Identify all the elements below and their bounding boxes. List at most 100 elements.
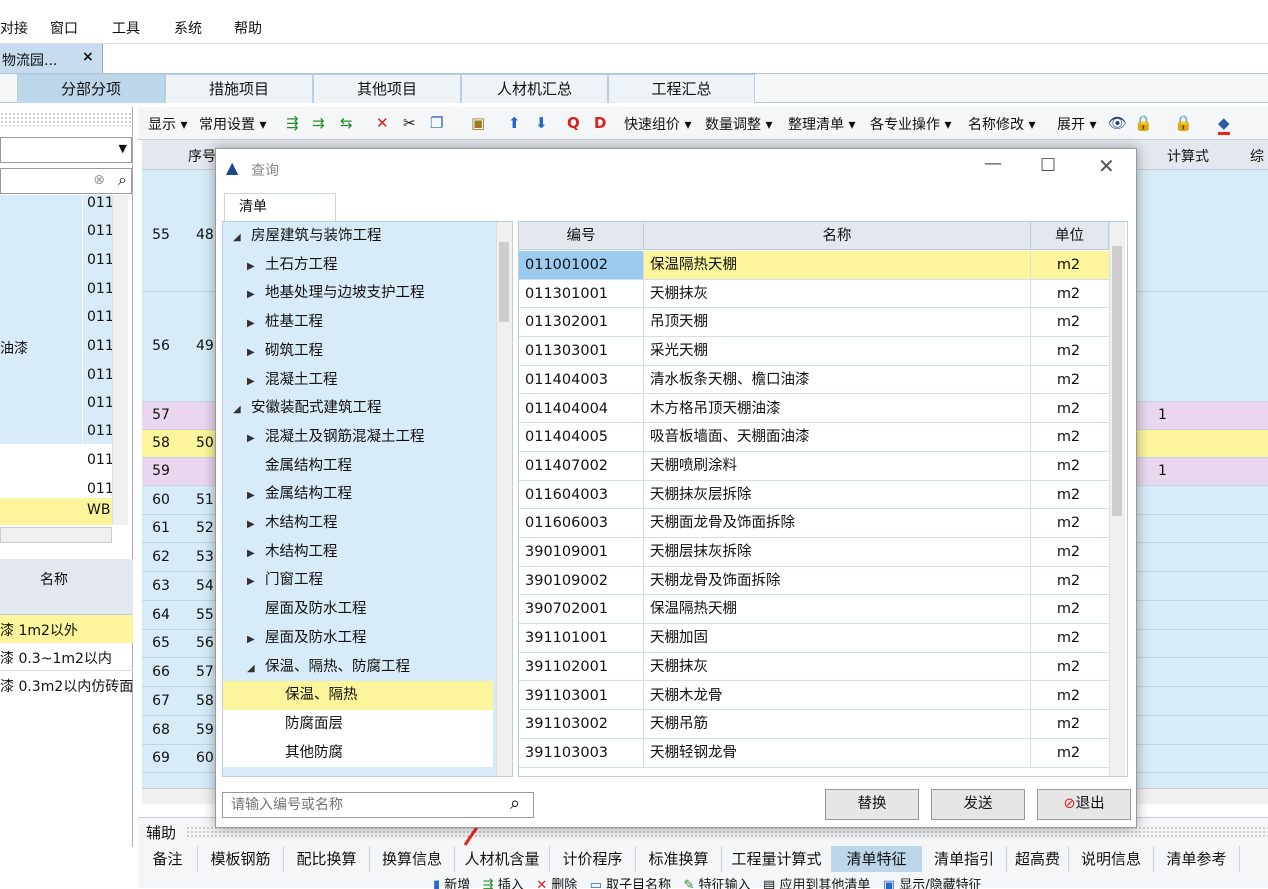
cell-unit: m2 <box>1056 257 1081 273</box>
caret-right-icon[interactable]: ▶ <box>247 511 261 539</box>
cell-unit: m2 <box>1056 572 1081 589</box>
table-row[interactable]: 390109001 天棚层抹灰拆除 m2 <box>519 538 1109 567</box>
tree-node[interactable]: 其他防腐 <box>223 738 493 768</box>
tree-scrollbar[interactable] <box>496 222 512 776</box>
caret-right-icon[interactable]: ▶ <box>247 253 261 281</box>
caret-right-icon[interactable]: ▶ <box>247 626 261 654</box>
cell-name: 天棚加固 <box>644 624 1031 652</box>
tree-node[interactable]: ▶ 桩基工程 <box>223 308 493 337</box>
cell-unit: m2 <box>1056 314 1081 331</box>
table-row[interactable]: 011302001 吊顶天棚 m2 <box>519 308 1109 338</box>
tree-node[interactable]: 保温、隔热 <box>223 681 493 710</box>
search-icon[interactable]: ⌕ <box>510 793 520 814</box>
caret-down-icon[interactable]: ◢ <box>233 396 247 424</box>
tree-node[interactable]: 金属结构工程 <box>223 452 493 481</box>
cell-code: 011407002 <box>519 451 644 480</box>
tree-node[interactable]: ▶ 土石方工程 <box>223 251 493 280</box>
cell-name: 天棚层抹灰拆除 <box>644 538 1031 566</box>
cell-name: 采光天棚 <box>644 337 1031 365</box>
stop-icon: ⊘ <box>1063 796 1076 812</box>
tree-node[interactable]: ◢ 保温、隔热、防腐工程 <box>223 653 493 682</box>
table-row[interactable]: 011404003 清水板条天棚、檐口油漆 m2 <box>519 365 1109 395</box>
cell-name: 吊顶天棚 <box>644 308 1031 337</box>
caret-down-icon[interactable]: ◢ <box>247 655 261 683</box>
tree-node-label: 木结构工程 <box>265 543 338 560</box>
caret-right-icon[interactable]: ▶ <box>247 368 261 396</box>
caret-right-icon[interactable]: ▶ <box>247 568 261 596</box>
tree-node[interactable]: ▶ 屋面及防水工程 <box>223 624 493 653</box>
cell-name: 天棚龙骨及饰面拆除 <box>644 566 1031 595</box>
tree-node-label: 屋面及防水工程 <box>265 601 367 618</box>
cell-code: 011302001 <box>519 308 644 337</box>
table-row[interactable]: 011606003 天棚面龙骨及饰面拆除 m2 <box>519 509 1109 538</box>
tree-node[interactable]: 防腐面层 <box>223 709 493 739</box>
table-row[interactable]: 011301001 天棚抹灰 m2 <box>519 279 1109 309</box>
cell-code: 011001002 <box>519 251 644 279</box>
tree-scroll-thumb[interactable] <box>499 242 509 322</box>
close-icon[interactable]: ✕ <box>1098 154 1115 178</box>
col-header-code[interactable]: 编号 <box>519 222 644 250</box>
cell-code: 011404004 <box>519 394 644 423</box>
send-button[interactable]: 发送 <box>931 789 1025 820</box>
tree-node[interactable]: ▶ 门窗工程 <box>223 566 493 595</box>
cell-code: 011604003 <box>519 480 644 509</box>
tree-node-label: 土石方工程 <box>265 256 338 273</box>
caret-right-icon[interactable]: ▶ <box>247 540 261 568</box>
table-row[interactable]: 391103002 天棚吊筋 m2 <box>519 710 1109 739</box>
tree-node[interactable]: ▶ 金属结构工程 <box>223 480 493 509</box>
exit-button[interactable]: ⊘退出 <box>1037 789 1131 820</box>
table-scroll-thumb[interactable] <box>1112 246 1122 516</box>
table-row[interactable]: 011604003 天棚抹灰层拆除 m2 <box>519 480 1109 510</box>
app-logo-icon: ▲ <box>226 158 239 177</box>
cell-code: 391103003 <box>519 738 644 767</box>
tree-node[interactable]: ▶ 混凝土及钢筋混凝土工程 <box>223 423 493 452</box>
tree-node-label: 保温、隔热、防腐工程 <box>265 658 410 675</box>
caret-right-icon[interactable]: ▶ <box>247 339 261 367</box>
table-row[interactable]: 011404004 木方格吊顶天棚油漆 m2 <box>519 394 1109 424</box>
table-row[interactable]: 391103001 天棚木龙骨 m2 <box>519 681 1109 711</box>
dialog-title-bar[interactable]: ▲ 查询 — ☐ ✕ <box>216 149 1136 187</box>
query-dialog: ▲ 查询 — ☐ ✕ 清单 ◢ 房屋建筑与装饰工程 ▶ 土石方工程 ▶ 地基处理与边坡支护… <box>215 148 1137 828</box>
tree-node[interactable]: ▶ 地基处理与边坡支护工程 <box>223 279 493 308</box>
table-scrollbar[interactable] <box>1109 222 1125 776</box>
tab-list[interactable]: 清单 <box>224 193 336 221</box>
caret-right-icon[interactable]: ▶ <box>247 425 261 453</box>
table-row[interactable]: 390702001 保温隔热天棚 m2 <box>519 595 1109 625</box>
caret-right-icon[interactable]: ▶ <box>247 482 261 510</box>
tree-node[interactable]: ◢ 安徽装配式建筑工程 <box>223 394 493 423</box>
cell-unit: m2 <box>1056 515 1081 532</box>
caret-down-icon[interactable]: ◢ <box>233 224 247 252</box>
maximize-icon[interactable]: ☐ <box>1040 155 1056 176</box>
tree-node[interactable]: ◢ 房屋建筑与装饰工程 <box>223 222 493 251</box>
table-row[interactable]: 390109002 天棚龙骨及饰面拆除 m2 <box>519 566 1109 596</box>
cell-code: 391102001 <box>519 652 644 681</box>
table-row[interactable]: 391103003 天棚轻钢龙骨 m2 <box>519 738 1109 768</box>
caret-right-icon[interactable]: ▶ <box>247 281 261 309</box>
col-header-name[interactable]: 名称 <box>644 222 1031 250</box>
tree-node-label: 混凝土及钢筋混凝土工程 <box>265 428 425 445</box>
tree-node[interactable]: ▶ 木结构工程 <box>223 509 493 538</box>
search-input[interactable] <box>222 792 534 818</box>
tree-node-label: 金属结构工程 <box>265 486 352 503</box>
table-row[interactable]: 011404005 吸音板墙面、天棚面油漆 m2 <box>519 423 1109 452</box>
cell-code: 390109001 <box>519 538 644 566</box>
table-row[interactable]: 011303001 采光天棚 m2 <box>519 337 1109 366</box>
tree-node[interactable]: ▶ 砌筑工程 <box>223 337 493 366</box>
table-row[interactable]: 011407002 天棚喷刷涂料 m2 <box>519 451 1109 481</box>
cell-unit: m2 <box>1056 630 1081 647</box>
cell-unit: m2 <box>1056 486 1081 503</box>
cell-name: 天棚抹灰 <box>644 279 1031 308</box>
tree-node-label: 屋面及防水工程 <box>265 629 367 646</box>
table-row[interactable]: 391102001 天棚抹灰 m2 <box>519 652 1109 682</box>
cell-unit: m2 <box>1056 343 1081 360</box>
tree-node[interactable]: ▶ 木结构工程 <box>223 538 493 567</box>
caret-right-icon[interactable]: ▶ <box>247 310 261 338</box>
replace-button[interactable]: 替换 <box>825 789 919 820</box>
tree-node-label: 木结构工程 <box>265 515 338 531</box>
minimize-icon[interactable]: — <box>984 153 1002 174</box>
table-row[interactable]: 391101001 天棚加固 m2 <box>519 624 1109 653</box>
tree-node[interactable]: 屋面及防水工程 <box>223 595 493 624</box>
table-row[interactable]: 011001002 保温隔热天棚 m2 <box>519 251 1109 280</box>
tree-node[interactable]: ▶ 混凝土工程 <box>223 366 493 395</box>
col-header-unit[interactable]: 单位 <box>1031 222 1109 250</box>
